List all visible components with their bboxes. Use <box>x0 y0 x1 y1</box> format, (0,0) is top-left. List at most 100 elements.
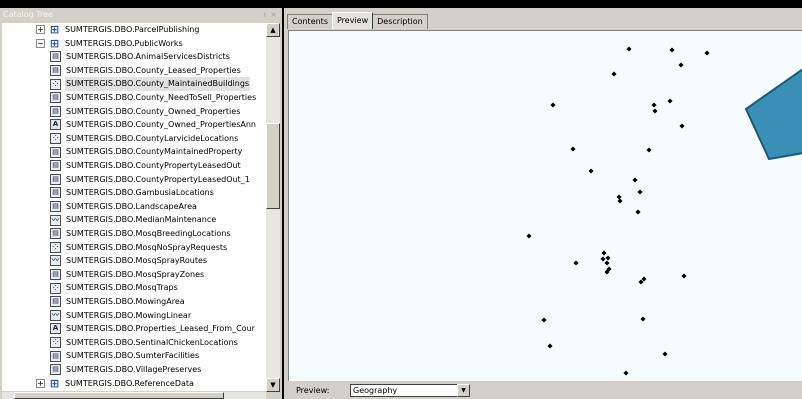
catalog-tree-title: Catalog Tree <box>3 10 53 19</box>
line-layer-icon: 〰 <box>50 214 61 226</box>
polygon-layer-icon: ▤ <box>50 187 61 199</box>
map-canvas[interactable] <box>289 31 802 381</box>
tree-item-dataset[interactable]: + ⊞ SUMTERGIS.DBO.ParcelPublishing <box>36 23 200 37</box>
tree-item-feature-class[interactable]: A SUMTERGIS.DBO.Properties_Leased_From_Co… <box>50 322 256 336</box>
geography-preview-map[interactable] <box>288 30 802 381</box>
tree-item-feature-class[interactable]: ▤ SUMTERGIS.DBO.AnimalServicesDistricts <box>50 50 231 64</box>
point-marker <box>704 50 710 56</box>
tree-item-label: SUMTERGIS.DBO.PublicWorks <box>65 38 183 48</box>
tree-item-feature-class[interactable]: ▤ SUMTERGIS.DBO.County_NeedToSell_Propert… <box>50 91 257 105</box>
tree-item-feature-class[interactable]: ▤ SUMTERGIS.DBO.County_Leased_Properties <box>50 64 242 78</box>
point-marker <box>646 147 652 153</box>
point-marker <box>623 370 629 376</box>
tree-item-feature-class[interactable]: ▤ SUMTERGIS.DBO.MosqBreedingLocations <box>50 227 231 241</box>
tree-item-label: SUMTERGIS.DBO.MosqBreedingLocations <box>66 229 231 238</box>
polygon-layer-icon: ▤ <box>50 201 61 213</box>
annotation-layer-icon: A <box>50 119 61 131</box>
tree-item-feature-class[interactable]: 〰 SUMTERGIS.DBO.MowingLinear <box>50 309 192 323</box>
tree-item-feature-class[interactable]: ▤ SUMTERGIS.DBO.LandscapeArea <box>50 200 198 214</box>
tree-item-label: SUMTERGIS.DBO.MowingArea <box>66 297 185 306</box>
tree-item-feature-class[interactable]: ▤ SUMTERGIS.DBO.CountyPropertyLeasedOut <box>50 159 242 173</box>
tree-item-feature-class[interactable]: A SUMTERGIS.DBO.County_Owned_PropertiesAn… <box>50 118 257 132</box>
tree-item-label: SUMTERGIS.DBO.CountyPropertyLeasedOut_1 <box>66 174 250 184</box>
catalog-tree-panel: Catalog Tree ı × + ⊞ SUMTERGIS.DBO.ParcelP… <box>0 8 282 399</box>
preview-label: Preview: <box>296 386 330 395</box>
building-polygon <box>744 68 802 161</box>
point-marker <box>547 343 553 349</box>
point-layer-icon: ⁘ <box>50 78 61 90</box>
tree-item-label: SUMTERGIS.DBO.County_Owned_Properties <box>66 106 241 116</box>
polygon-layer-icon: ▤ <box>50 228 61 240</box>
tab-description[interactable]: Description <box>372 14 428 29</box>
tree-item-dataset[interactable]: + ⊞ SUMTERGIS.DBO.ReferenceData <box>36 377 195 391</box>
tab-contents[interactable]: Contents <box>287 14 333 29</box>
point-marker <box>570 146 576 152</box>
preview-type-dropdown[interactable]: Geography ▼ <box>350 384 470 397</box>
catalog-tree-titlebar: Catalog Tree ı × <box>0 8 282 22</box>
point-layer-icon: ⁘ <box>50 337 61 349</box>
horizontal-scroll-thumb[interactable] <box>14 392 224 399</box>
point-marker <box>681 273 687 279</box>
view-tabs: Contents Preview Description <box>287 11 428 29</box>
polygon-layer-icon: ▤ <box>50 173 61 185</box>
tree-item-feature-class[interactable]: 〰 SUMTERGIS.DBO.MedianMaintenance <box>50 213 217 227</box>
point-marker <box>616 194 622 200</box>
vertical-scrollbar[interactable]: ▲ ▼ <box>266 23 280 392</box>
tree-item-label: SUMTERGIS.DBO.MedianMaintenance <box>66 215 217 225</box>
tab-preview[interactable]: Preview <box>331 12 374 29</box>
point-marker <box>541 317 547 323</box>
point-marker <box>678 62 684 68</box>
collapse-icon[interactable]: − <box>36 38 45 48</box>
tree-item-feature-class[interactable]: ▤ SUMTERGIS.DBO.MosqSprayZones <box>50 268 205 282</box>
point-marker <box>526 233 532 239</box>
expand-icon[interactable]: + <box>36 378 45 388</box>
point-marker <box>652 108 658 114</box>
horizontal-scrollbar[interactable] <box>2 392 266 399</box>
scroll-down-button[interactable]: ▼ <box>266 378 280 392</box>
tree-item-label: SUMTERGIS.DBO.ReferenceData <box>65 378 194 388</box>
preview-type-value: Geography <box>353 386 398 395</box>
pin-icon[interactable]: ı <box>264 8 266 22</box>
tree-item-feature-class[interactable]: ▤ SUMTERGIS.DBO.GambusiaLocations <box>50 186 215 200</box>
point-layer-icon: ⁘ <box>50 133 61 145</box>
tree-item-feature-class[interactable]: ▤ SUMTERGIS.DBO.CountyMaintainedProperty <box>50 145 243 159</box>
scroll-up-button[interactable]: ▲ <box>266 23 280 37</box>
tree-item-label: SUMTERGIS.DBO.MowingLinear <box>66 310 192 320</box>
polygon-layer-icon: ▤ <box>50 92 61 104</box>
vertical-scroll-thumb[interactable] <box>266 123 280 209</box>
tree-item-dataset[interactable]: − ⊞ SUMTERGIS.DBO.PublicWorks <box>36 37 184 51</box>
point-marker <box>632 177 638 183</box>
chevron-down-icon[interactable]: ▼ <box>457 384 470 397</box>
polygon-layer-icon: ▤ <box>50 51 61 63</box>
point-layer-icon: ⁘ <box>50 241 61 253</box>
tree-item-feature-class[interactable]: ⁘ SUMTERGIS.DBO.County_MaintainedBuilding… <box>50 77 251 91</box>
point-marker <box>617 198 623 204</box>
point-marker <box>573 260 579 266</box>
point-layer-icon: ⁘ <box>50 282 61 294</box>
dataset-layer-icon: ⊞ <box>49 376 60 390</box>
tree-item-label: SUMTERGIS.DBO.SumterFacilities <box>66 351 200 361</box>
tree-item-label: SUMTERGIS.DBO.County_Owned_PropertiesAnn <box>66 120 256 130</box>
tree-item-feature-class[interactable]: ⁘ SUMTERGIS.DBO.SentinalChickenLocations <box>50 336 239 350</box>
tree-item-feature-class[interactable]: ▤ SUMTERGIS.DBO.SumterFacilities <box>50 349 200 363</box>
point-marker <box>662 351 668 357</box>
tree-item-feature-class[interactable]: ⁘ SUMTERGIS.DBO.MosqNoSprayRequests <box>50 241 228 255</box>
tree-item-feature-class[interactable]: ▤ SUMTERGIS.DBO.County_Owned_Properties <box>50 105 241 119</box>
polygon-layer-icon: ▤ <box>50 65 61 77</box>
expand-icon[interactable]: + <box>36 25 45 35</box>
tree-item-feature-class[interactable]: 〰 SUMTERGIS.DBO.MosqSprayRoutes <box>50 254 208 268</box>
tree-item-label: SUMTERGIS.DBO.CountyMaintainedProperty <box>66 147 243 157</box>
tree-item-feature-class[interactable]: ▤ SUMTERGIS.DBO.MowingArea <box>50 295 186 309</box>
tree-item-label: SUMTERGIS.DBO.CountyPropertyLeasedOut <box>66 161 241 170</box>
point-marker <box>611 71 617 77</box>
close-icon[interactable]: × <box>270 8 277 22</box>
tree-item-feature-class[interactable]: ⁘ SUMTERGIS.DBO.CountyLarvicideLocations <box>50 132 239 146</box>
tree-item-feature-class[interactable]: ▤ SUMTERGIS.DBO.CountyPropertyLeasedOut_1 <box>50 173 251 187</box>
tree-item-label: SUMTERGIS.DBO.ParcelPublishing <box>65 25 200 34</box>
tree-item-label: SUMTERGIS.DBO.MosqNoSprayRequests <box>66 242 228 252</box>
point-marker <box>637 189 643 195</box>
polygon-layer-icon: ▤ <box>50 146 61 158</box>
tree-item-feature-class[interactable]: ⁘ SUMTERGIS.DBO.MosqTraps <box>50 281 179 295</box>
tree-item-label: SUMTERGIS.DBO.VillagePreserves <box>66 365 202 374</box>
tree-item-feature-class[interactable]: ▤ SUMTERGIS.DBO.VillagePreserves <box>50 363 202 377</box>
